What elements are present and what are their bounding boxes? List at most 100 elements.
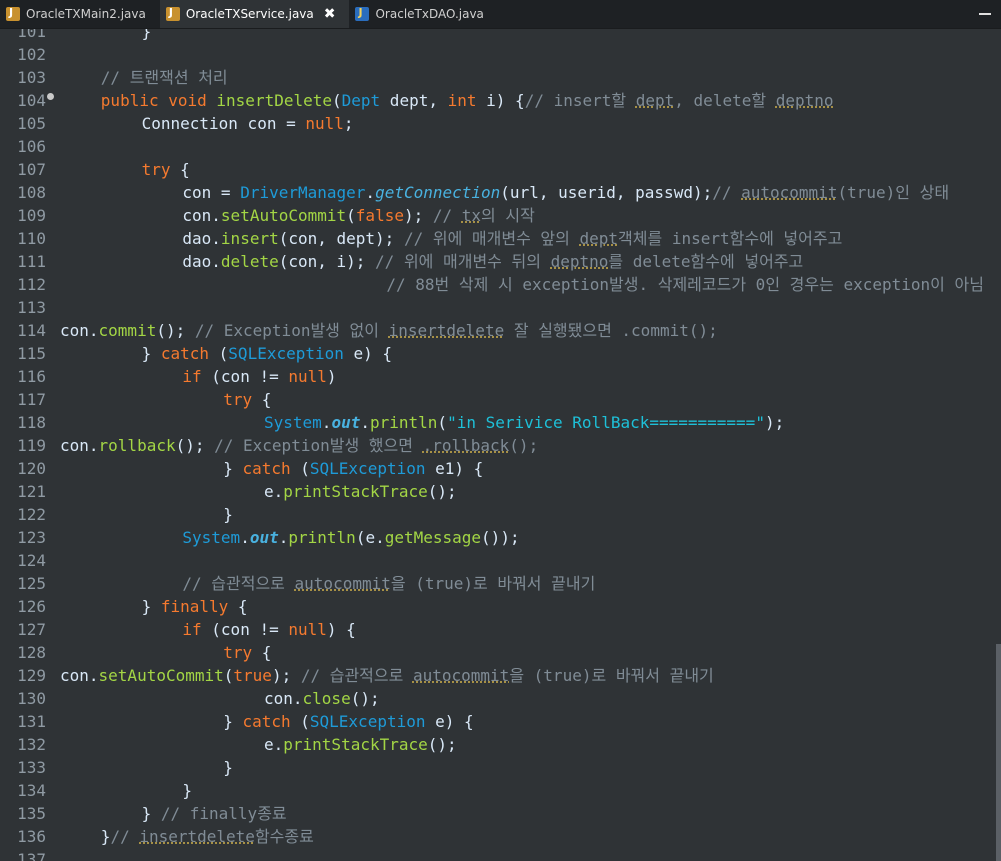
tab-oracletxmain2[interactable]: OracleTXMain2.java bbox=[0, 0, 160, 28]
code-token: } bbox=[223, 712, 243, 731]
code-line[interactable]: 124 bbox=[0, 549, 1001, 572]
code-line[interactable]: 125 // 습관적으로 autocommit을 (true)로 바꿔서 끝내기 bbox=[0, 572, 1001, 595]
code-line[interactable]: 132 e.printStackTrace(); bbox=[0, 733, 1001, 756]
code-line[interactable]: 104 public void insertDelete(Dept dept, i… bbox=[0, 89, 1001, 112]
code-line[interactable]: 134} bbox=[0, 779, 1001, 802]
code-content: } bbox=[60, 781, 192, 800]
code-line[interactable]: 133} bbox=[0, 756, 1001, 779]
code-token: Connection bbox=[141, 114, 238, 133]
code-editor[interactable]: 101} 102 103 // 트랜잭션 처리 104 public void inser… bbox=[0, 29, 1001, 861]
code-token: "in Serivice RollBack===========" bbox=[447, 413, 765, 432]
line-number: 123 bbox=[17, 528, 46, 547]
code-line[interactable]: 123 System.out.println(e.getMessage()); bbox=[0, 526, 1001, 549]
code-content: } catch (SQLException e) { bbox=[60, 712, 474, 731]
code-content: con.close(); bbox=[60, 689, 380, 708]
code-line[interactable]: 108 con = DriverManager.getConnection(url… bbox=[0, 181, 1001, 204]
code-content: } catch (SQLException e1) { bbox=[60, 459, 483, 478]
line-number: 132 bbox=[17, 735, 46, 754]
code-line[interactable]: 120 } catch (SQLException e1) { bbox=[0, 457, 1001, 480]
vertical-scrollbar[interactable] bbox=[996, 644, 1001, 861]
code-token: } bbox=[182, 781, 193, 800]
code-line[interactable]: 111 dao.delete(con, i); // 위에 매개변수 뒤의 dep… bbox=[0, 250, 1001, 273]
code-line[interactable]: 117 try { bbox=[0, 388, 1001, 411]
close-icon[interactable]: ✖ bbox=[324, 6, 336, 22]
code-token: // Exception발생 없이 bbox=[194, 321, 389, 340]
java-file-icon bbox=[165, 6, 180, 21]
code-token: delete bbox=[220, 252, 279, 271]
code-content: } bbox=[60, 758, 233, 777]
code-token: 함수종료 bbox=[254, 827, 314, 846]
code-token: public bbox=[100, 91, 169, 110]
code-line[interactable]: 115} catch (SQLException e) { bbox=[0, 342, 1001, 365]
code-content: } finally { bbox=[60, 597, 248, 616]
code-token: rollback bbox=[98, 436, 176, 455]
code-line[interactable]: 106 bbox=[0, 135, 1001, 158]
code-token: if bbox=[182, 620, 202, 639]
code-line[interactable]: 109 con.setAutoCommit(false); // tx의 시작 bbox=[0, 204, 1001, 227]
code-content: con.commit(); // Exception발생 없이 insertde… bbox=[60, 319, 718, 342]
tab-oracletxservice[interactable]: OracleTXService.java ✖ bbox=[159, 0, 350, 28]
code-line[interactable]: 101} bbox=[0, 29, 1001, 43]
line-number: 116 bbox=[17, 367, 46, 386]
code-content: Connection con = null; bbox=[60, 114, 354, 133]
code-line[interactable]: 116 if (con != null) bbox=[0, 365, 1001, 388]
code-line[interactable]: 107 try { bbox=[0, 158, 1001, 181]
code-token: . bbox=[365, 183, 376, 202]
line-number: 118 bbox=[17, 413, 46, 432]
code-line[interactable]: 127 if (con != null) { bbox=[0, 618, 1001, 641]
code-line[interactable]: 105 Connection con = null; bbox=[0, 112, 1001, 135]
code-line[interactable]: 137 bbox=[0, 848, 1001, 861]
code-content: System.out.println(e.getMessage()); bbox=[60, 528, 519, 547]
code-token: e) { bbox=[425, 712, 474, 731]
code-token: ); bbox=[764, 413, 785, 432]
java-file-icon bbox=[6, 6, 20, 21]
code-token: ( bbox=[346, 206, 356, 225]
code-token: // 위에 매개변수 뒤의 bbox=[375, 252, 551, 271]
code-token: (url, userid, passwd); bbox=[500, 183, 713, 202]
code-line[interactable]: 135 } // finally종료 bbox=[0, 802, 1001, 825]
code-token: commit bbox=[98, 321, 157, 340]
code-line[interactable]: 131} catch (SQLException e) { bbox=[0, 710, 1001, 733]
code-line[interactable]: 130 con.close(); bbox=[0, 687, 1001, 710]
code-line[interactable]: 103 // 트랜잭션 처리 bbox=[0, 66, 1001, 89]
code-line[interactable]: 121 e.printStackTrace(); bbox=[0, 480, 1001, 503]
code-line[interactable]: 119 con.rollback(); // Exception발생 했으면 .r… bbox=[0, 434, 1001, 457]
line-number: 135 bbox=[17, 804, 46, 823]
code-line[interactable]: 129 con.setAutoCommit(true); // 습관적으로 aut… bbox=[0, 664, 1001, 687]
code-line[interactable]: 102 bbox=[0, 43, 1001, 66]
code-line[interactable]: 126} finally { bbox=[0, 595, 1001, 618]
line-number: 103 bbox=[17, 68, 46, 87]
code-token: e. bbox=[264, 482, 284, 501]
code-token: ) { bbox=[326, 620, 356, 639]
code-token: ( bbox=[437, 413, 448, 432]
code-token: // bbox=[712, 183, 742, 202]
code-token: (); bbox=[509, 436, 539, 455]
minimize-icon[interactable] bbox=[979, 13, 991, 15]
code-content: }// insertdelete함수종료 bbox=[60, 827, 314, 846]
code-token: try bbox=[223, 643, 253, 662]
code-line[interactable]: 118 System.out.println("in Serivice RollB… bbox=[0, 411, 1001, 434]
code-token: ; bbox=[343, 114, 354, 133]
code-line[interactable]: 110 dao.insert(con, dept); // 위에 매개변수 앞의 … bbox=[0, 227, 1001, 250]
code-token: printStackTrace bbox=[283, 735, 428, 754]
code-token: ( bbox=[290, 459, 310, 478]
code-token: ( bbox=[223, 666, 234, 685]
code-token: 의 시작 bbox=[481, 206, 535, 225]
code-line[interactable]: 122} bbox=[0, 503, 1001, 526]
code-token: true bbox=[233, 666, 272, 685]
code-line[interactable]: 113 bbox=[0, 296, 1001, 319]
code-line[interactable]: 136}// insertdelete함수종료 bbox=[0, 825, 1001, 848]
code-line[interactable]: 112 // 88번 삭제 시 exception발생. 삭제레코드가 0인 경우… bbox=[0, 273, 1001, 296]
line-number: 105 bbox=[17, 114, 46, 133]
override-marker-icon[interactable] bbox=[47, 93, 54, 100]
tab-oracletxdao[interactable]: OracleTxDAO.java bbox=[349, 0, 497, 28]
code-token: .rollback bbox=[422, 436, 510, 455]
code-content: } // finally종료 bbox=[60, 804, 287, 823]
code-token: // 트랜잭션 처리 bbox=[100, 68, 228, 87]
code-content: con.setAutoCommit(false); // tx의 시작 bbox=[60, 206, 535, 225]
code-line[interactable]: 128 try { bbox=[0, 641, 1001, 664]
code-token: { bbox=[228, 597, 248, 616]
line-number: 120 bbox=[17, 459, 46, 478]
code-token: finally bbox=[160, 597, 229, 616]
code-line[interactable]: 114 con.commit(); // Exception발생 없이 inser… bbox=[0, 319, 1001, 342]
